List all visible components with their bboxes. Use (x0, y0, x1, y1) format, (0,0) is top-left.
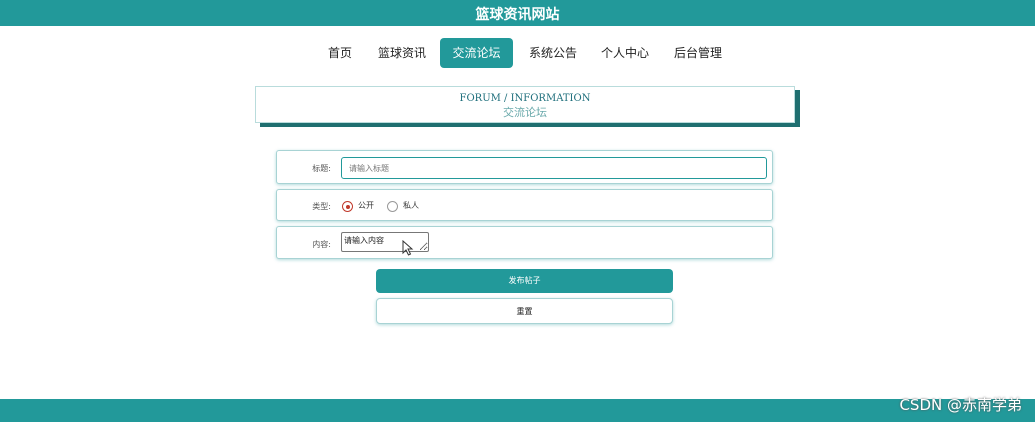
radio-private[interactable] (387, 201, 398, 212)
nav-item-personal-center[interactable]: 个人中心 (597, 38, 653, 68)
page-banner: FORUM / INFORMATION 交流论坛 (255, 86, 795, 123)
mouse-cursor-icon (402, 240, 414, 256)
site-title: 篮球资讯网站 (475, 7, 560, 23)
radio-public-label[interactable]: 公开 (358, 200, 374, 211)
title-row: 标题: (276, 150, 773, 184)
nav-item-admin[interactable]: 后台管理 (670, 38, 726, 68)
type-row: 类型: 公开 私人 (276, 189, 773, 221)
banner-english-title: FORUM / INFORMATION (459, 93, 591, 104)
type-label: 类型: (312, 202, 331, 211)
nav-item-basketball-news[interactable]: 篮球资讯 (374, 38, 430, 68)
footer-bar (0, 399, 1035, 422)
nav-item-announcements[interactable]: 系统公告 (525, 38, 581, 68)
title-label: 标题: (312, 164, 331, 173)
publish-post-button[interactable]: 发布帖子 (376, 269, 673, 293)
content-textarea[interactable]: 请输入内容 (341, 232, 429, 252)
content-label: 内容: (312, 240, 331, 249)
reset-button[interactable]: 重置 (376, 298, 673, 324)
content-row: 内容: 请输入内容 (276, 226, 773, 259)
banner-chinese-title: 交流论坛 (503, 106, 547, 119)
radio-public[interactable] (342, 201, 353, 212)
nav-item-home[interactable]: 首页 (322, 38, 358, 68)
top-header-bar: 篮球资讯网站 (0, 0, 1035, 26)
radio-private-label[interactable]: 私人 (403, 200, 419, 211)
title-input[interactable] (341, 157, 767, 179)
main-nav: 首页 篮球资讯 交流论坛 系统公告 个人中心 后台管理 (0, 38, 1035, 68)
watermark-text: CSDN @赤南学弟 (899, 396, 1022, 414)
nav-item-forum[interactable]: 交流论坛 (440, 38, 513, 68)
